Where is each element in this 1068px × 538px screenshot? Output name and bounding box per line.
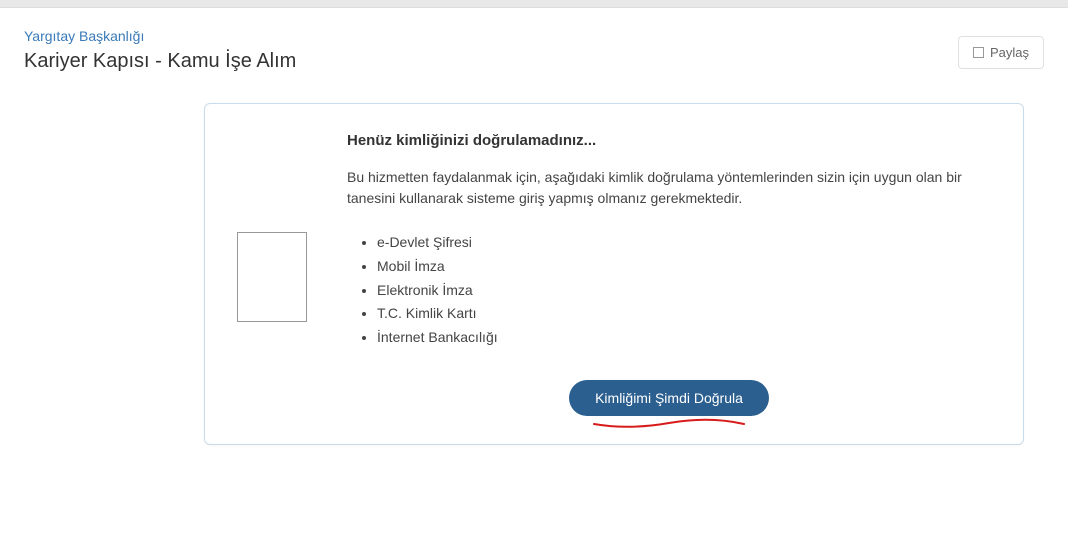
page-title: Kariyer Kapısı - Kamu İşe Alım [24, 50, 1044, 73]
content-area: Henüz kimliğinizi doğrulamadınız... Bu h… [204, 103, 1024, 445]
annotation-underline [589, 418, 749, 434]
card-content: Henüz kimliğinizi doğrulamadınız... Bu h… [347, 132, 991, 416]
verify-identity-button[interactable]: Kimliğimi Şimdi Doğrula [569, 380, 769, 416]
image-placeholder [237, 232, 307, 322]
list-item: Mobil İmza [377, 255, 991, 279]
verify-button-wrapper: Kimliğimi Şimdi Doğrula [347, 380, 991, 416]
main-container: Yargıtay Başkanlığı Kariyer Kapısı - Kam… [0, 8, 1068, 538]
share-icon [973, 47, 984, 58]
list-item: T.C. Kimlik Kartı [377, 302, 991, 326]
top-bar [0, 0, 1068, 8]
list-item: İnternet Bankacılığı [377, 326, 991, 350]
header-section: Yargıtay Başkanlığı Kariyer Kapısı - Kam… [24, 28, 1044, 73]
breadcrumb-link[interactable]: Yargıtay Başkanlığı [24, 28, 144, 44]
card-description: Bu hizmetten faydalanmak için, aşağıdaki… [347, 167, 991, 209]
card-heading: Henüz kimliğinizi doğrulamadınız... [347, 132, 991, 149]
share-button[interactable]: Paylaş [958, 36, 1044, 69]
auth-methods-list: e-Devlet Şifresi Mobil İmza Elektronik İ… [347, 231, 991, 350]
list-item: e-Devlet Şifresi [377, 231, 991, 255]
share-label: Paylaş [990, 45, 1029, 60]
auth-card: Henüz kimliğinizi doğrulamadınız... Bu h… [204, 103, 1024, 445]
list-item: Elektronik İmza [377, 279, 991, 303]
